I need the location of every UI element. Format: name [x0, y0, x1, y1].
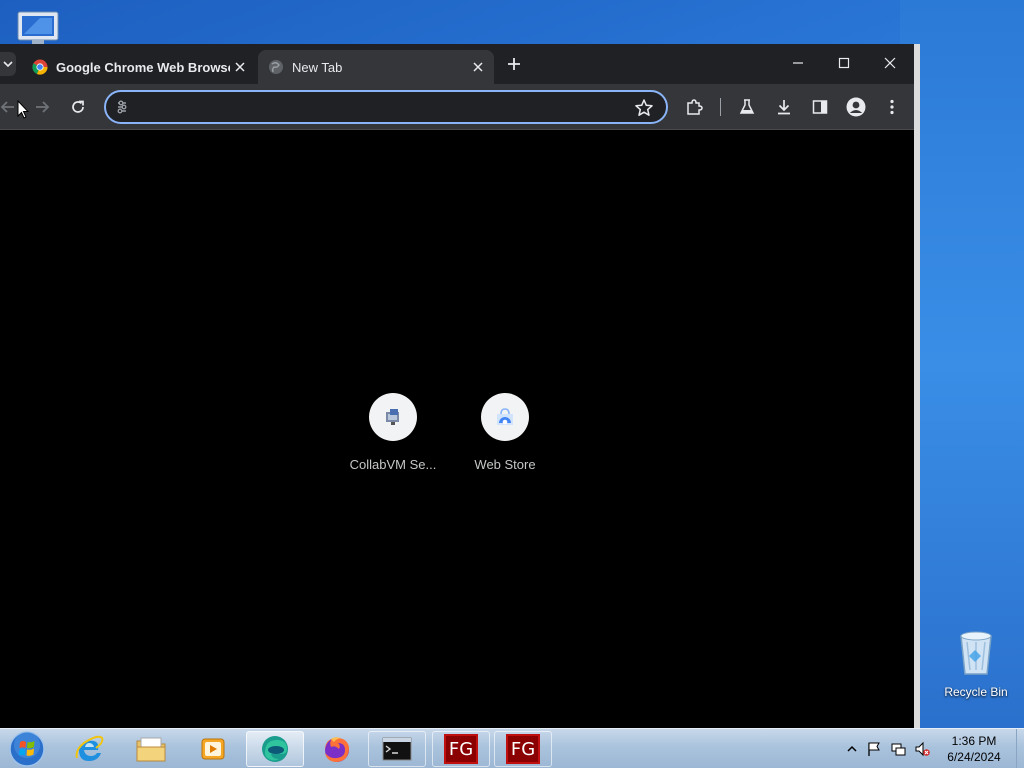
maximize-icon [838, 57, 850, 69]
tab-search-button[interactable] [0, 52, 16, 76]
reload-button[interactable] [66, 95, 90, 119]
fg-label: FG [448, 738, 474, 760]
reload-icon [72, 100, 84, 113]
taskbar-media-player[interactable] [184, 731, 242, 767]
media-player-icon [201, 738, 225, 760]
shortcut-collabvm[interactable]: CollabVM Se... [337, 393, 449, 472]
shortcut-label: Web Store [474, 457, 536, 472]
taskbar-file-explorer[interactable] [122, 731, 180, 767]
tab-title: New Tab [292, 59, 343, 75]
start-button[interactable] [6, 729, 48, 768]
web-store-icon [497, 408, 513, 425]
download-icon [778, 100, 790, 115]
shortcut-web-store[interactable]: Web Store [449, 393, 561, 472]
shortcut-tile [481, 393, 529, 441]
maximize-button[interactable] [822, 48, 866, 78]
profile-button[interactable] [844, 95, 868, 119]
kebab-menu-icon [890, 99, 894, 115]
site-settings-icon [117, 100, 127, 114]
shortcut-tile [369, 393, 417, 441]
forward-button[interactable] [30, 95, 54, 119]
action-center-flag-icon[interactable] [866, 741, 882, 757]
taskbar-command-prompt[interactable] [368, 731, 426, 767]
tab-title: Google Chrome Web Browser [56, 59, 230, 75]
recycle-bin[interactable]: Recycle Bin [938, 628, 1014, 699]
clock[interactable]: 1:36 PM 6/24/2024 [930, 733, 1018, 765]
new-tab-button[interactable] [502, 54, 526, 78]
tab-strip: Google Chrome Web Browser New Tab [0, 44, 914, 84]
show-hidden-icons-icon[interactable] [844, 741, 860, 757]
puzzle-piece-icon [687, 99, 703, 115]
address-input[interactable] [140, 96, 620, 118]
downloads-button[interactable] [772, 95, 796, 119]
clock-time: 1:36 PM [951, 734, 997, 748]
volume-muted-icon[interactable] [914, 741, 930, 757]
recycle-bin-icon [960, 631, 992, 675]
tab-close-button[interactable] [468, 57, 488, 77]
windows-start-orb-icon [9, 731, 45, 767]
computer-desktop-icon[interactable] [14, 8, 62, 48]
recycle-bin-label: Recycle Bin [944, 685, 1008, 699]
new-tab-page: CollabVM Se... Web Store [0, 131, 914, 728]
collabvm-icon [386, 409, 399, 425]
taskbar-edge[interactable] [246, 731, 304, 767]
tab-new-tab[interactable]: New Tab [258, 50, 494, 84]
minimize-button[interactable] [776, 48, 820, 78]
tab-google-chrome[interactable]: Google Chrome Web Browser [22, 50, 256, 84]
mouse-cursor-icon [17, 100, 29, 119]
fg-app-icon: FG [444, 734, 478, 764]
browser-toolbar [0, 84, 914, 130]
close-window-button[interactable] [868, 48, 912, 78]
clock-date: 6/24/2024 [947, 750, 1001, 764]
arrow-right-icon [36, 101, 50, 113]
chevron-down-icon [3, 61, 13, 68]
firefox-icon [325, 737, 349, 762]
chrome-window: Google Chrome Web Browser New Tab Collab… [0, 44, 920, 728]
fg-app-icon: FG [506, 734, 540, 764]
plus-icon [508, 58, 520, 70]
labs-button[interactable] [735, 95, 759, 119]
taskbar: FG FG 1:36 PM 6/24/2024 [0, 728, 1024, 768]
star-icon[interactable] [634, 98, 654, 118]
close-icon [884, 57, 896, 69]
tab-close-button[interactable] [230, 57, 250, 77]
address-bar[interactable] [104, 90, 668, 124]
show-desktop-button[interactable] [1016, 729, 1024, 768]
side-panel-button[interactable] [808, 95, 832, 119]
close-icon [235, 62, 245, 72]
taskbar-fg-app[interactable]: FG [432, 731, 490, 767]
command-prompt-icon [382, 737, 412, 761]
toolbar-separator [720, 98, 721, 116]
arrow-left-icon [0, 101, 14, 113]
flask-icon [739, 99, 755, 114]
globe-icon [269, 60, 283, 74]
taskbar-internet-explorer[interactable] [60, 731, 118, 767]
edge-icon [262, 736, 288, 762]
taskbar-firefox[interactable] [308, 731, 366, 767]
taskbar-fg-app[interactable]: FG [494, 731, 552, 767]
account-avatar-icon [846, 97, 866, 117]
side-panel-icon [812, 100, 828, 114]
close-icon [473, 62, 483, 72]
internet-explorer-icon [75, 735, 104, 761]
chrome-logo-icon [32, 59, 48, 75]
fg-label: FG [510, 738, 536, 760]
file-explorer-icon [136, 737, 166, 762]
minimize-icon [793, 62, 803, 64]
shortcut-label: CollabVM Se... [349, 457, 437, 472]
network-icon[interactable] [890, 741, 906, 757]
menu-button[interactable] [880, 95, 904, 119]
extensions-button[interactable] [682, 95, 706, 119]
